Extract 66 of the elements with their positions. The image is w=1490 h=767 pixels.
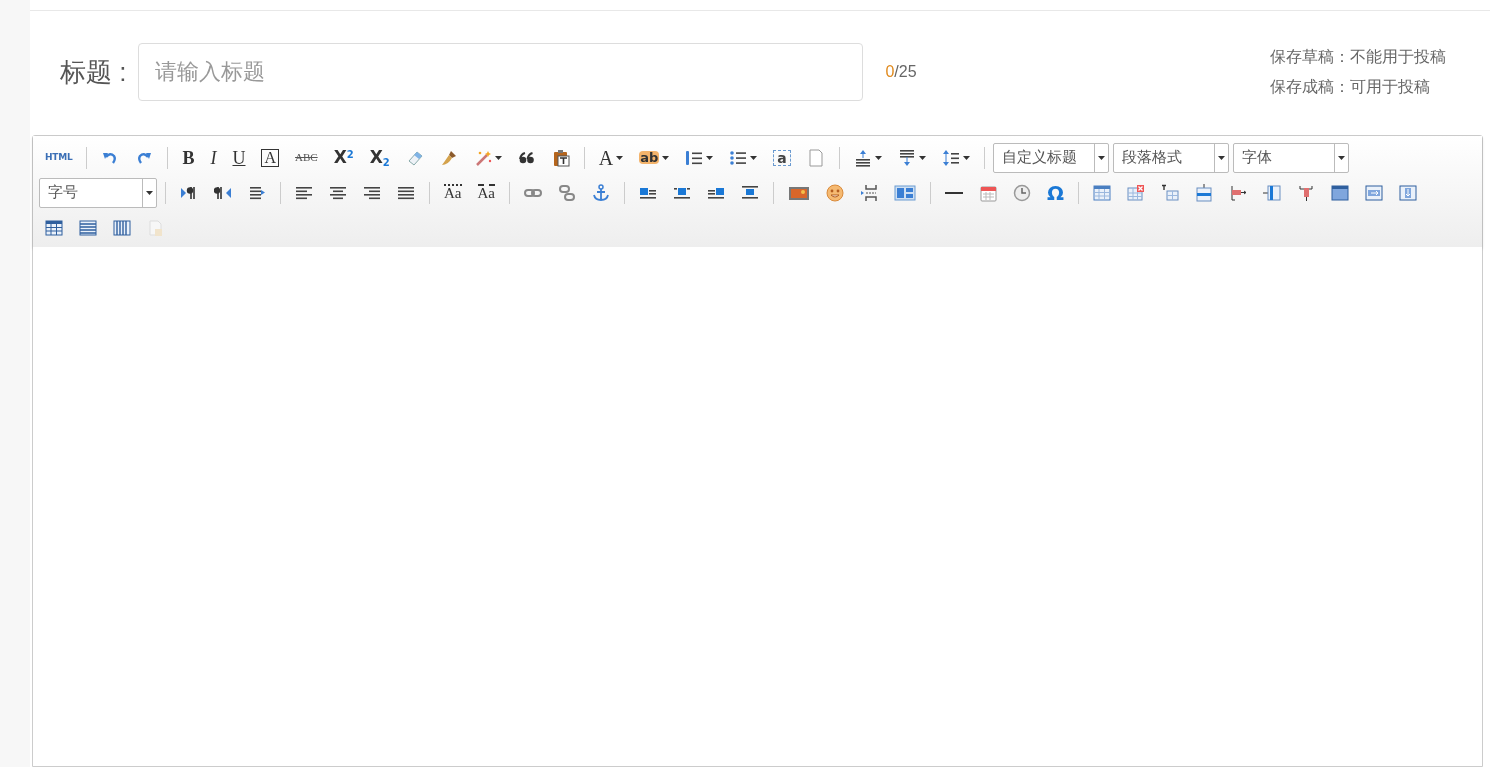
clock-icon [1013, 183, 1031, 202]
caret-icon [750, 155, 758, 160]
toolbar-button[interactable]: ab [631, 144, 678, 171]
smiley-icon [826, 183, 844, 202]
caret-icon [706, 155, 714, 160]
toolbar-button[interactable]: a [765, 144, 799, 171]
toolbar-button[interactable]: X$^{2}$ [325, 144, 362, 171]
toolbar-button[interactable]: U [224, 144, 254, 171]
template-icon [894, 183, 916, 202]
toolbar-button[interactable]: A [253, 144, 288, 171]
toolbar-button[interactable]: Aa [436, 179, 470, 206]
brush-icon [439, 148, 458, 167]
paste-icon [551, 148, 570, 167]
bullet-list-icon [729, 148, 748, 167]
caret-icon [1217, 155, 1225, 160]
line-height-icon [941, 148, 960, 167]
merge-right-icon [1365, 183, 1383, 202]
toolbar-button[interactable]: B [174, 144, 203, 171]
format-dropdown[interactable]: 自定义标题 [992, 142, 1109, 173]
toolbar-button[interactable]: Ω [1039, 179, 1072, 206]
page-break-icon [860, 183, 878, 202]
toolbar-button[interactable]: I [202, 144, 225, 171]
table-icon [1093, 183, 1111, 202]
caret-icon [146, 190, 153, 195]
save-note: 保存成稿：可用于投稿 [1270, 77, 1431, 97]
title-input-field[interactable]: 请输入标题 [138, 43, 864, 101]
caret-icon [662, 155, 670, 160]
table-caption-icon [1161, 183, 1179, 202]
split-columns-icon [113, 218, 131, 237]
toolbar-button[interactable]: A [590, 144, 632, 171]
caret-icon [494, 155, 502, 160]
insert-column-icon [1263, 183, 1281, 202]
document-icon [147, 218, 165, 237]
calendar-icon [979, 183, 997, 202]
anchor-icon [592, 183, 610, 202]
numbered-list-icon [685, 148, 704, 167]
format-dropdown[interactable]: 段落格式 [1112, 142, 1229, 173]
format-dropdown[interactable]: 字号 [39, 177, 157, 208]
toolbar-button[interactable]: Aa [469, 179, 503, 206]
caret-icon [1097, 155, 1105, 160]
delete-column-icon [1297, 183, 1315, 202]
center-image-icon [741, 183, 759, 202]
title-label: 标题 : [60, 55, 127, 89]
caret-icon [616, 155, 624, 160]
toolbar-button[interactable]: ABC [287, 144, 326, 171]
unlink-icon [558, 183, 576, 202]
insert-row-icon [1195, 183, 1213, 202]
split-cells-icon [45, 218, 63, 237]
format-dropdown[interactable]: 字体 [1232, 142, 1349, 173]
merge-down-icon [1399, 183, 1417, 202]
delete-table-icon [1127, 183, 1145, 202]
blank-page-icon [806, 148, 825, 167]
merge-cells-icon [1331, 183, 1349, 202]
toolbar-button[interactable]: X$_{2}$ [361, 144, 398, 171]
save-note: 保存草稿：不能用于投稿 [1270, 47, 1446, 67]
caret-icon [1337, 155, 1345, 160]
horizontal-rule-icon [945, 191, 963, 194]
caret-icon [918, 155, 926, 160]
delete-row-icon [1229, 183, 1247, 202]
caret-icon [874, 155, 882, 160]
split-rows-icon [79, 218, 97, 237]
toolbar-button[interactable]: HTML [37, 144, 81, 171]
character-counter: 0/25 [885, 62, 917, 82]
spacing-after-icon [897, 148, 916, 167]
spacing-before-icon [853, 148, 872, 167]
caret-icon [962, 155, 970, 160]
